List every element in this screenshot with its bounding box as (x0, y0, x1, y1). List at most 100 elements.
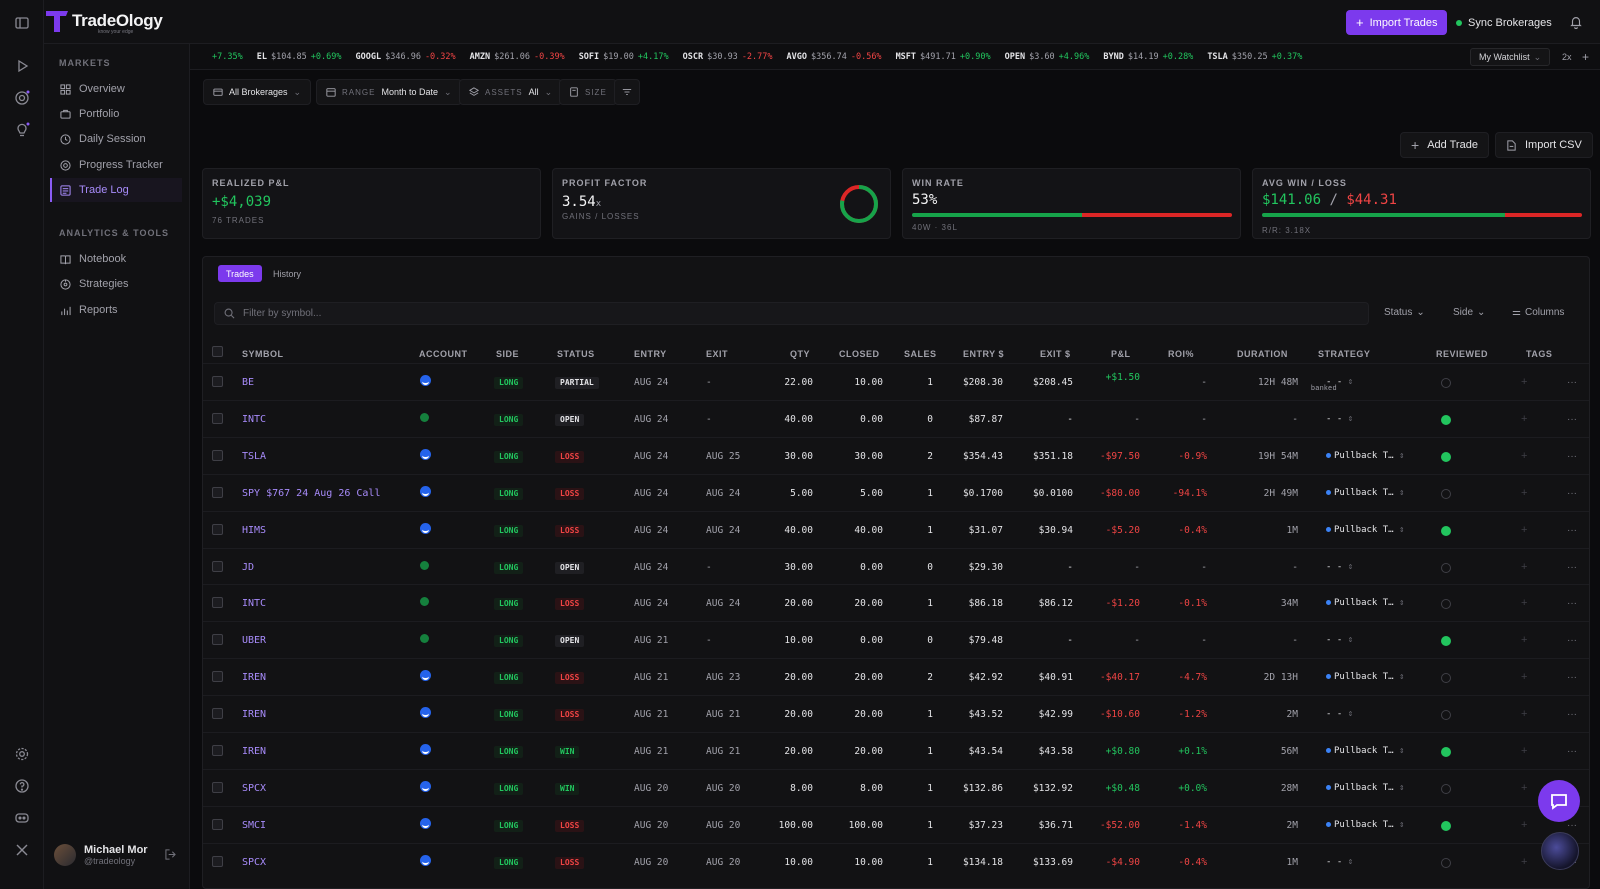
reviewed-indicator[interactable] (1441, 414, 1451, 425)
reviewed-indicator[interactable] (1441, 525, 1451, 536)
reviewed-indicator[interactable] (1441, 710, 1451, 721)
reviewed-indicator[interactable] (1441, 747, 1451, 757)
reviewed-indicator[interactable] (1441, 451, 1451, 462)
add-ticker-plus-icon[interactable]: + (1582, 48, 1589, 66)
assets-filter[interactable]: ASSETS All ⌄ (459, 79, 563, 105)
column-header-exit[interactable]: EXIT (706, 349, 728, 359)
lightbulb-icon[interactable] (14, 122, 30, 138)
strategy-select[interactable]: - - ⇕ (1326, 549, 1353, 586)
strategy-select[interactable]: Pullback T… ⇕ (1326, 512, 1404, 549)
row-more-icon[interactable]: ··· (1567, 401, 1577, 438)
add-tag-plus-icon[interactable]: + (1521, 475, 1527, 512)
trade-symbol[interactable]: IREN (242, 659, 266, 696)
side-dropdown[interactable]: Side ⌄ (1453, 307, 1485, 318)
row-more-icon[interactable]: ··· (1567, 585, 1577, 622)
watchlist-dropdown[interactable]: My Watchlist ⌄ (1470, 48, 1551, 66)
reviewed-indicator[interactable] (1441, 378, 1451, 388)
strategy-select[interactable]: Pullback T… ⇕ (1326, 770, 1404, 807)
sidebar-item-notebook[interactable]: Notebook (50, 247, 182, 271)
tab-trades[interactable]: Trades (218, 265, 262, 282)
x-twitter-icon[interactable] (14, 842, 30, 858)
strategy-select[interactable]: Pullback T… ⇕ (1326, 733, 1404, 770)
ticker-item[interactable]: AVGO $356.74 -0.56% (787, 52, 882, 62)
reviewed-indicator[interactable] (1441, 857, 1451, 868)
sync-brokerages-button[interactable]: Sync Brokerages (1456, 10, 1552, 35)
reviewed-indicator[interactable] (1441, 783, 1451, 794)
more-filters-button[interactable] (614, 79, 640, 105)
search-input[interactable]: Filter by symbol... (243, 308, 321, 319)
strategy-select[interactable]: - - ⇕ (1326, 622, 1353, 659)
sidebar-item-daily-session[interactable]: Daily Session (50, 127, 182, 151)
row-checkbox[interactable] (212, 745, 223, 756)
add-tag-plus-icon[interactable]: + (1521, 622, 1527, 659)
select-all-checkbox[interactable] (212, 346, 223, 357)
table-row[interactable]: IREN LONG WIN AUG 21 AUG 21 20.00 20.00 1 $43.54… (203, 732, 1589, 769)
add-tag-plus-icon[interactable]: + (1521, 585, 1527, 622)
play-icon[interactable] (14, 58, 30, 74)
strategy-select[interactable]: Pullback T… ⇕ (1326, 807, 1404, 844)
row-checkbox[interactable] (212, 486, 223, 498)
row-more-icon[interactable]: ··· (1567, 659, 1577, 696)
row-more-icon[interactable]: ··· (1567, 622, 1577, 659)
row-checkbox[interactable] (212, 412, 223, 424)
row-more-icon[interactable]: ··· (1567, 438, 1577, 475)
strategy-select[interactable]: - - ⇕ (1326, 696, 1353, 733)
sidebar-item-portfolio[interactable]: Portfolio (50, 102, 182, 126)
help-icon[interactable] (14, 778, 30, 794)
trade-symbol[interactable]: BE (242, 364, 254, 401)
column-header-side[interactable]: SIDE (496, 349, 519, 359)
chat-button[interactable] (1538, 780, 1580, 822)
ticker-item[interactable]: OPEN $3.60 +4.96% (1005, 52, 1090, 62)
add-tag-plus-icon[interactable]: + (1521, 696, 1527, 733)
trade-symbol[interactable]: HIMS (242, 512, 266, 549)
user-profile[interactable]: Michael Mor @tradeology (54, 844, 148, 866)
trade-symbol[interactable]: INTC (242, 585, 266, 622)
add-tag-plus-icon[interactable]: + (1521, 512, 1527, 549)
add-tag-plus-icon[interactable]: + (1521, 549, 1527, 586)
strategy-select[interactable]: Pullback T… ⇕ (1326, 659, 1404, 696)
trade-symbol[interactable]: SPY $767 24 Aug 26 Call (242, 475, 380, 512)
strategy-select[interactable]: Pullback T… ⇕ (1326, 475, 1404, 512)
strategy-select[interactable]: Pullback T… ⇕ (1326, 438, 1404, 475)
strategy-select[interactable]: - - ⇕ (1326, 844, 1353, 881)
trade-symbol[interactable]: IREN (242, 696, 266, 733)
ticker-item[interactable]: EL $104.85 +0.69% (257, 52, 342, 62)
sidebar-item-strategies[interactable]: Strategies (50, 272, 182, 296)
column-header-pnl[interactable]: P&L (1111, 349, 1131, 359)
column-header-duration[interactable]: DURATION (1237, 349, 1288, 359)
table-row[interactable]: JD LONG OPEN AUG 24-30.00 0.00 0 $29.30- - - - - -… (203, 547, 1589, 586)
import-trades-button[interactable]: + Import Trades (1346, 10, 1448, 35)
table-row[interactable]: SMCI LONG LOSS AUG 20 AUG 20 100.00 100.00 1 $37… (203, 805, 1589, 844)
add-tag-plus-icon[interactable]: + (1521, 364, 1527, 401)
brokerage-filter[interactable]: All Brokerages ⌄ (203, 79, 312, 105)
ticker-item[interactable]: TSLA $350.25 +0.37% (1207, 52, 1302, 62)
trade-symbol[interactable]: JD (242, 549, 254, 586)
trade-symbol[interactable]: INTC (242, 401, 266, 438)
table-row[interactable]: INTC LONG LOSS AUG 24 AUG 24 20.00 20.00 1 $86.1… (203, 584, 1589, 621)
row-checkbox[interactable] (212, 708, 223, 720)
add-tag-plus-icon[interactable]: + (1521, 659, 1527, 696)
row-checkbox[interactable] (212, 818, 223, 830)
row-more-icon[interactable]: ··· (1567, 475, 1577, 512)
bell-icon[interactable] (1569, 15, 1583, 29)
ticker-item[interactable]: +7.35% (204, 52, 243, 62)
ticker-item[interactable]: OSCR $30.93 -2.77% (683, 52, 773, 62)
trade-symbol[interactable]: IREN (242, 733, 266, 770)
table-row[interactable]: SPCX LONG LOSS AUG 20 AUG 20 10.00 10.00 1 $134.… (203, 842, 1589, 881)
row-more-icon[interactable]: ··· (1567, 512, 1577, 549)
sidebar-toggle-icon[interactable] (14, 15, 30, 31)
table-row[interactable]: SPY $767 24 Aug 26 Call LONG LOSS AUG 24 AUG… (203, 473, 1589, 512)
add-tag-plus-icon[interactable]: + (1521, 844, 1527, 881)
ticker-item[interactable]: AMZN $261.06 -0.39% (470, 52, 565, 62)
sidebar-item-progress-tracker[interactable]: Progress Tracker (50, 153, 182, 177)
reviewed-indicator[interactable] (1441, 488, 1451, 499)
logout-icon[interactable] (165, 849, 176, 860)
reviewed-indicator[interactable] (1441, 562, 1451, 573)
row-checkbox[interactable] (212, 671, 223, 683)
row-more-icon[interactable]: ··· (1567, 364, 1577, 401)
columns-button[interactable]: ⚌ Columns (1512, 307, 1564, 318)
row-more-icon[interactable]: ··· (1567, 733, 1577, 770)
column-header-roi[interactable]: ROI% (1168, 349, 1194, 359)
strategy-select[interactable]: Pullback T… ⇕ (1326, 585, 1404, 622)
settings-icon[interactable] (14, 746, 30, 762)
